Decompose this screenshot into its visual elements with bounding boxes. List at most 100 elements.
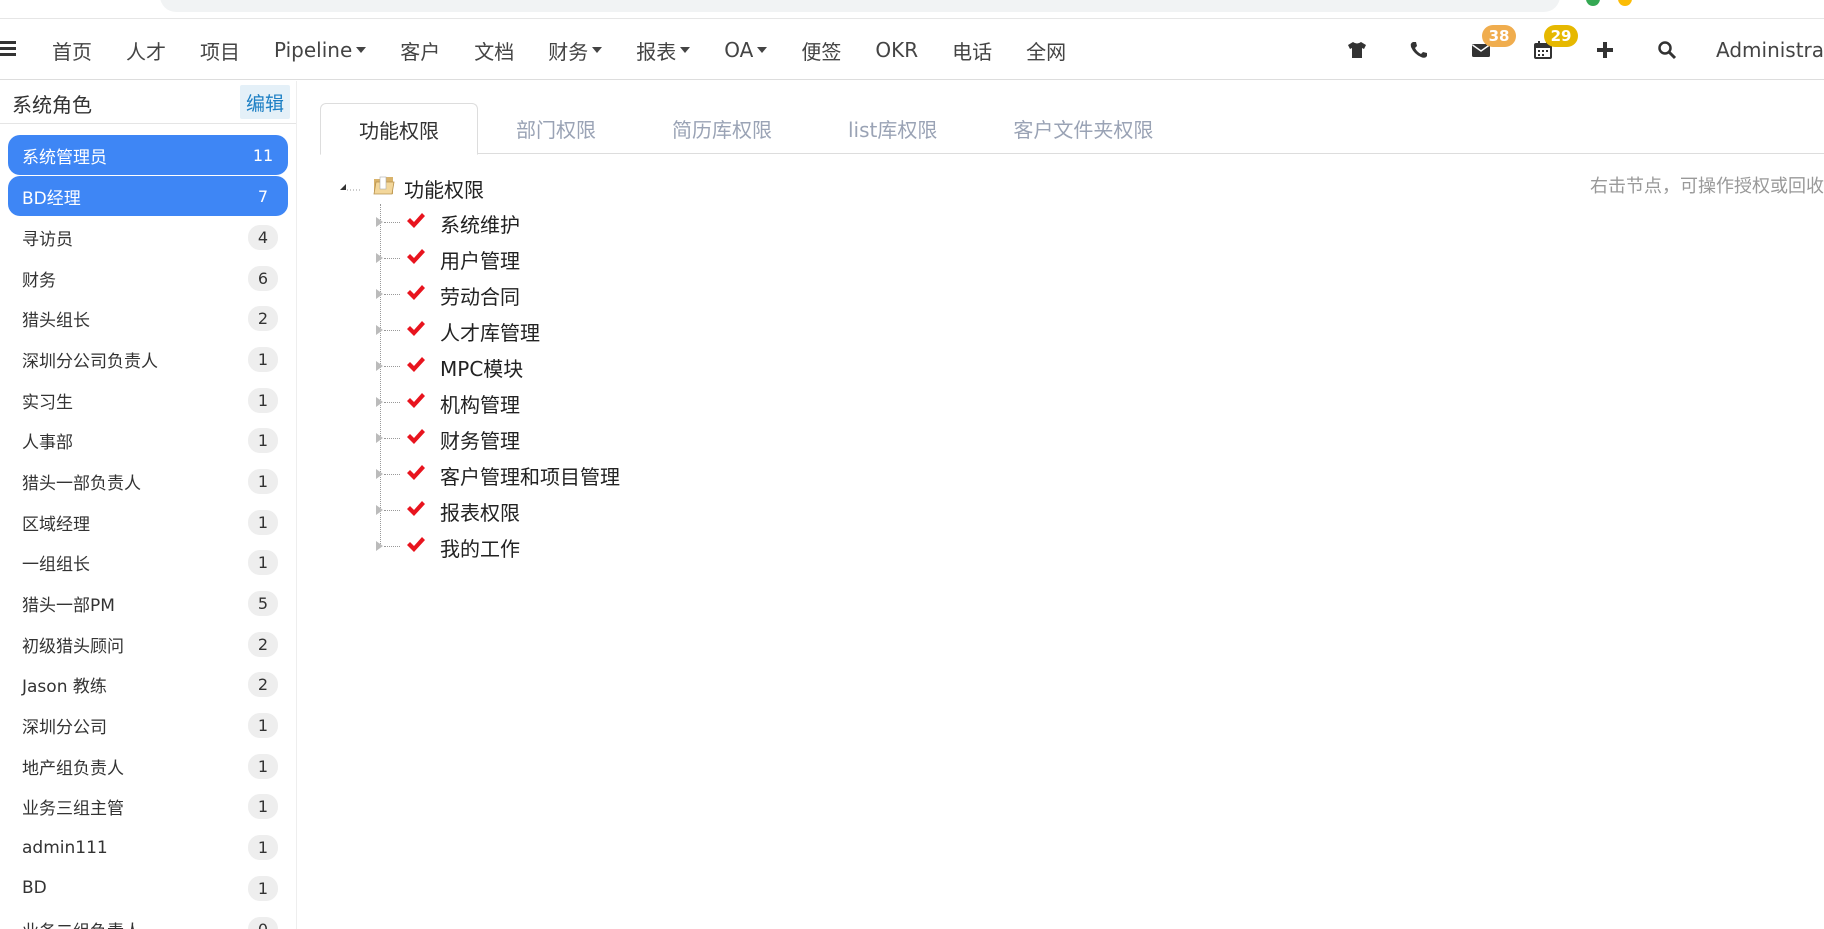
tree-node[interactable]: MPC模块: [376, 348, 776, 384]
mail-icon[interactable]: 38: [1450, 19, 1516, 81]
address-bar[interactable]: [160, 0, 1560, 12]
nav-item-12[interactable]: 全网: [1026, 36, 1066, 65]
tree-node[interactable]: 客户管理和项目管理: [376, 456, 776, 492]
tree-node[interactable]: 我的工作: [376, 528, 776, 564]
nav-item-8[interactable]: OA: [724, 38, 768, 62]
role-item[interactable]: 一组组长 1: [8, 543, 288, 584]
search-icon[interactable]: [1636, 19, 1698, 81]
tree-node[interactable]: 财务管理: [376, 420, 776, 456]
role-item[interactable]: 区域经理 1: [8, 502, 288, 543]
role-name: BD: [22, 878, 47, 899]
nav-item-5[interactable]: 文档: [474, 36, 514, 65]
role-item[interactable]: 业务二组负责人 0: [8, 909, 288, 929]
phone-icon[interactable]: [1388, 19, 1450, 81]
plus-icon[interactable]: [1574, 19, 1636, 81]
checkmark-icon[interactable]: [406, 320, 426, 338]
role-count-badge: 1: [248, 346, 278, 372]
checkmark-icon[interactable]: [406, 356, 426, 374]
nav-item-4[interactable]: 客户: [400, 36, 440, 65]
role-name: BD经理: [22, 188, 81, 209]
expand-arrow-icon[interactable]: [376, 397, 383, 407]
role-item[interactable]: 猎头一部PM 5: [8, 583, 288, 624]
role-count-badge: 1: [248, 509, 278, 535]
expand-arrow-icon[interactable]: [376, 505, 383, 515]
tree-node[interactable]: 机构管理: [376, 384, 776, 420]
nav-item-label: 报表: [636, 39, 677, 64]
checkmark-icon[interactable]: [406, 248, 426, 266]
nav-item-9[interactable]: 便签: [801, 36, 841, 65]
expand-arrow-icon[interactable]: [376, 541, 383, 551]
expand-arrow-icon[interactable]: [376, 253, 383, 263]
role-item[interactable]: BD 1: [8, 868, 288, 909]
role-item[interactable]: 猎头一部负责人 1: [8, 461, 288, 502]
nav-item-3[interactable]: Pipeline: [274, 38, 367, 62]
expand-arrow-icon[interactable]: [376, 289, 383, 299]
tree-node[interactable]: 报表权限: [376, 492, 776, 528]
tab-3[interactable]: list库权限: [810, 103, 975, 154]
checkmark-icon[interactable]: [406, 428, 426, 446]
tab-0[interactable]: 功能权限: [320, 103, 478, 155]
collapse-toggle-icon[interactable]: [338, 176, 362, 194]
nav-item-6[interactable]: 财务: [548, 36, 603, 65]
checkmark-icon[interactable]: [406, 500, 426, 518]
tab-1[interactable]: 部门权限: [478, 103, 634, 154]
role-name: 系统管理员: [22, 147, 107, 168]
tab-4[interactable]: 客户文件夹权限: [975, 103, 1191, 154]
nav-item-label: 客户: [400, 39, 441, 64]
role-count-badge: 1: [248, 387, 278, 413]
hamburger-menu-icon[interactable]: [0, 41, 18, 57]
role-item[interactable]: 寻访员 4: [8, 217, 288, 258]
shirt-icon[interactable]: [1326, 19, 1388, 81]
tab-2[interactable]: 简历库权限: [634, 103, 810, 154]
nav-item-7[interactable]: 报表: [636, 36, 691, 65]
role-item[interactable]: Jason 教练 2: [8, 665, 288, 706]
hint-text: 右击节点，可操作授权或回收: [1590, 176, 1824, 197]
checkmark-icon[interactable]: [406, 536, 426, 554]
nav-item-1[interactable]: 人才: [126, 36, 166, 65]
tree-node[interactable]: 劳动合同: [376, 276, 776, 312]
nav-item-label: 电话: [952, 39, 993, 64]
edit-button[interactable]: 编辑: [239, 85, 290, 119]
role-count-badge: 7: [257, 186, 269, 206]
checkmark-icon[interactable]: [406, 284, 426, 302]
nav-item-0[interactable]: 首页: [52, 36, 92, 65]
extension-icon[interactable]: [1586, 0, 1600, 6]
nav-item-2[interactable]: 项目: [200, 36, 240, 65]
expand-arrow-icon[interactable]: [376, 433, 383, 443]
role-item[interactable]: 实习生 1: [8, 380, 288, 421]
role-item[interactable]: 财务 6: [8, 258, 288, 299]
expand-arrow-icon[interactable]: [376, 325, 383, 335]
checkmark-icon[interactable]: [406, 392, 426, 410]
caret-down-icon: [592, 47, 603, 53]
tree-node[interactable]: 人才库管理: [376, 312, 776, 348]
role-name: 实习生: [22, 392, 73, 413]
user-menu[interactable]: Administrator: [1716, 38, 1824, 62]
expand-arrow-icon[interactable]: [376, 217, 383, 227]
browser-chrome: [0, 0, 1824, 18]
role-item[interactable]: 猎头组长 2: [8, 298, 288, 339]
nav-item-11[interactable]: 电话: [952, 36, 992, 65]
role-item[interactable]: BD经理 7: [8, 176, 288, 216]
role-count-badge: 1: [248, 428, 278, 454]
role-item[interactable]: 地产组负责人 1: [8, 746, 288, 787]
role-item[interactable]: 初级猎头顾问 2: [8, 624, 288, 665]
tree-node[interactable]: 系统维护: [376, 204, 776, 240]
role-sidebar: 系统角色 编辑 系统管理员 11 BD经理 7 寻访员 4 财务 6 猎头组长 2 深圳分公司负责人…: [0, 81, 297, 929]
caret-down-icon: [356, 47, 367, 53]
role-item[interactable]: 人事部 1: [8, 420, 288, 461]
role-count-badge: 6: [248, 265, 278, 291]
role-item[interactable]: 系统管理员 11: [8, 135, 288, 175]
role-item[interactable]: 深圳分公司负责人 1: [8, 339, 288, 380]
expand-arrow-icon[interactable]: [376, 361, 383, 371]
extension-icon[interactable]: [1618, 0, 1632, 6]
nav-item-10[interactable]: OKR: [875, 38, 918, 62]
calendar-icon[interactable]: 29: [1512, 19, 1578, 81]
checkmark-icon[interactable]: [406, 464, 426, 482]
expand-arrow-icon[interactable]: [376, 469, 383, 479]
tree-node[interactable]: 用户管理: [376, 240, 776, 276]
tree-node-label: 劳动合同: [440, 285, 520, 309]
role-item[interactable]: 深圳分公司 1: [8, 705, 288, 746]
role-item[interactable]: admin111 1: [8, 827, 288, 868]
role-item[interactable]: 业务三组主管 1: [8, 787, 288, 828]
checkmark-icon[interactable]: [406, 212, 426, 230]
